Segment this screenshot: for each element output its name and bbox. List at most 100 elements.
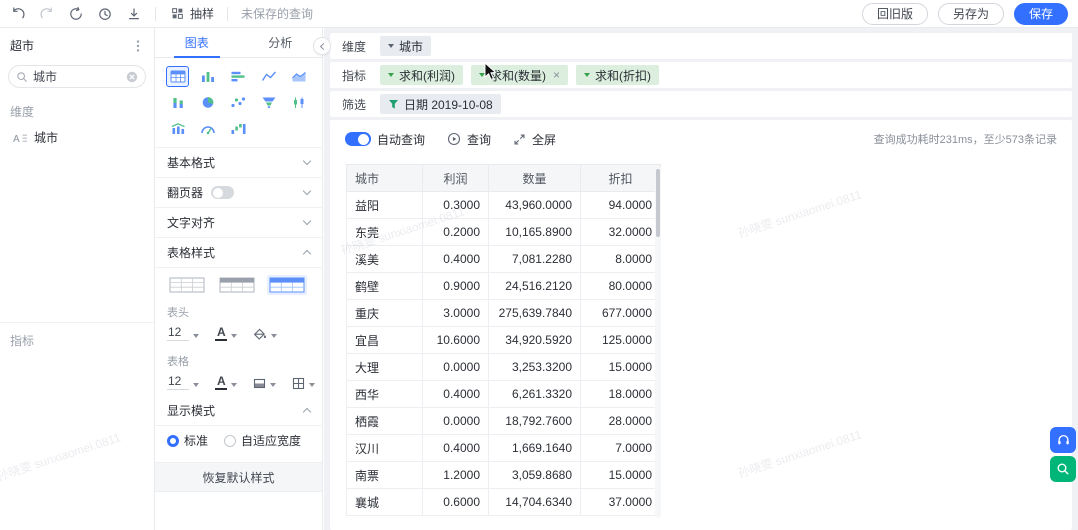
download-icon[interactable] <box>126 6 142 22</box>
metric-shelf-label: 指标 <box>342 67 368 84</box>
table-cell: 15.0000 <box>581 462 661 489</box>
tag-remove-icon[interactable]: × <box>553 68 560 82</box>
dimensions-section-label: 维度 <box>0 90 154 124</box>
table-cell: 14,704.6340 <box>489 489 581 516</box>
section-pager[interactable]: 翻页器 <box>155 178 322 208</box>
header-style-controls: 12 A <box>155 321 322 347</box>
refresh-icon[interactable] <box>68 6 84 22</box>
table-cell: 0.6000 <box>423 489 489 516</box>
search-clear-icon[interactable] <box>126 71 138 83</box>
body-border-picker[interactable] <box>292 377 315 390</box>
chart-config-panel: 图表 分析 <box>155 28 323 530</box>
table-style-plain-icon[interactable] <box>167 275 207 295</box>
chart-type-line-icon[interactable] <box>257 66 280 87</box>
save-button[interactable]: 保存 <box>1014 3 1068 25</box>
dimension-tag-city[interactable]: 城市 <box>380 36 431 56</box>
chevron-down-icon <box>303 217 311 225</box>
reset-default-style-button[interactable]: 恢复默认样式 <box>155 462 322 492</box>
header-font-size-dropdown[interactable]: 12 <box>167 325 199 341</box>
filter-tag-date[interactable]: 日期 2019-10-08 <box>380 94 501 114</box>
radio-adaptive-width[interactable]: 自适应宽度 <box>224 432 301 449</box>
result-card: 自动查询 查询 全屏 查询成功耗时231ms，至少573条记录 城市 <box>330 120 1072 530</box>
table-style-options <box>155 268 322 298</box>
table-cell: 32.0000 <box>581 219 661 246</box>
table-header-style-label: 表头 <box>155 298 322 321</box>
chart-type-pie-icon[interactable] <box>196 92 219 113</box>
chart-type-area-icon[interactable] <box>288 66 311 87</box>
chart-type-waterfall-icon[interactable] <box>227 118 250 139</box>
panel-collapse-button[interactable] <box>313 37 331 55</box>
metric-tag-sum-quantity[interactable]: 求和(数量) × <box>471 65 568 85</box>
table-cell: 8.0000 <box>581 246 661 273</box>
display-mode-options: 标准 自适应宽度 <box>155 426 322 457</box>
table-cell: 43,960.0000 <box>489 192 581 219</box>
chart-type-bar-icon[interactable] <box>227 66 250 87</box>
headset-icon <box>1056 433 1071 447</box>
table-style-gray-header-icon[interactable] <box>217 275 257 295</box>
body-font-size-dropdown[interactable]: 12 <box>167 374 199 390</box>
table-cell: 栖霞 <box>347 408 423 435</box>
save-as-button[interactable]: 另存为 <box>938 3 1004 25</box>
metric-tag-sum-discount[interactable]: 求和(折扣) <box>576 65 659 85</box>
chart-type-scatter-icon[interactable] <box>227 92 250 113</box>
section-label: 基本格式 <box>167 154 215 171</box>
table-cell: 益阳 <box>347 192 423 219</box>
run-query-button[interactable]: 查询 <box>447 131 491 148</box>
table-cell: 80.0000 <box>581 273 661 300</box>
table-cell: 东莞 <box>347 219 423 246</box>
support-chat-button[interactable] <box>1050 427 1076 453</box>
table-style-blue-header-icon[interactable] <box>267 275 307 295</box>
fullscreen-button[interactable]: 全屏 <box>513 131 556 148</box>
panel-tabs: 图表 分析 <box>155 28 322 58</box>
sampling-button[interactable]: 抽样 <box>169 5 214 22</box>
table-cell: 3.0000 <box>423 300 489 327</box>
radio-standard[interactable]: 标准 <box>167 432 208 449</box>
chart-type-column-icon[interactable] <box>196 66 219 87</box>
chart-type-combo-icon[interactable] <box>166 118 189 139</box>
feedback-search-button[interactable] <box>1050 456 1076 482</box>
pager-toggle[interactable] <box>211 186 234 199</box>
section-text-align[interactable]: 文字对齐 <box>155 208 322 238</box>
cell-fill-icon <box>253 377 266 390</box>
table-cell: 125.0000 <box>581 327 661 354</box>
chart-type-funnel-icon[interactable] <box>257 92 280 113</box>
back-to-old-version-button[interactable]: 回旧版 <box>862 3 928 25</box>
dimension-field-city[interactable]: A 城市 <box>0 124 154 151</box>
caret-down-icon <box>231 334 237 338</box>
history-icon[interactable] <box>97 6 113 22</box>
table-cell: 24,516.2120 <box>489 273 581 300</box>
table-scrollbar-thumb[interactable] <box>656 169 660 237</box>
caret-down-icon <box>271 334 277 338</box>
tab-analysis[interactable]: 分析 <box>239 28 323 57</box>
undo-icon[interactable] <box>10 6 26 22</box>
filter-shelf-label: 筛选 <box>342 96 368 113</box>
field-search-box[interactable] <box>8 65 146 88</box>
table-body-style-label: 表格 <box>155 347 322 370</box>
section-basic-format[interactable]: 基本格式 <box>155 148 322 178</box>
table-cell: 西华 <box>347 381 423 408</box>
string-field-type-icon: A <box>13 132 28 144</box>
header-background-color-picker[interactable] <box>253 328 277 341</box>
table-cell: 18.0000 <box>581 381 661 408</box>
section-table-style[interactable]: 表格样式 <box>155 238 322 268</box>
header-font-color-picker[interactable]: A <box>215 326 237 342</box>
field-search-input[interactable] <box>33 70 121 84</box>
body-font-color-picker[interactable]: A <box>215 375 237 391</box>
table-cell: 10,165.8900 <box>489 219 581 246</box>
body-fill-picker[interactable] <box>253 377 276 390</box>
chart-type-candlestick-icon[interactable] <box>288 92 311 113</box>
redo-icon[interactable] <box>39 6 55 22</box>
chart-type-stacked-column-icon[interactable] <box>166 92 189 113</box>
tag-label: 求和(数量) <box>490 67 546 84</box>
table-scrollbar-track[interactable] <box>655 166 661 518</box>
tab-chart[interactable]: 图表 <box>155 28 239 57</box>
auto-query-toggle[interactable] <box>345 132 371 146</box>
column-header: 数量 <box>489 165 581 192</box>
dataset-menu-icon[interactable] <box>132 39 144 53</box>
chart-type-gauge-icon[interactable] <box>196 118 219 139</box>
toolbar-left: 抽样 未保存的查询 <box>10 5 313 22</box>
metric-tag-sum-profit[interactable]: 求和(利润) <box>380 65 463 85</box>
radio-dot-icon <box>224 435 236 447</box>
section-display-mode[interactable]: 显示模式 <box>155 396 322 426</box>
chart-type-table-icon[interactable] <box>166 66 189 87</box>
